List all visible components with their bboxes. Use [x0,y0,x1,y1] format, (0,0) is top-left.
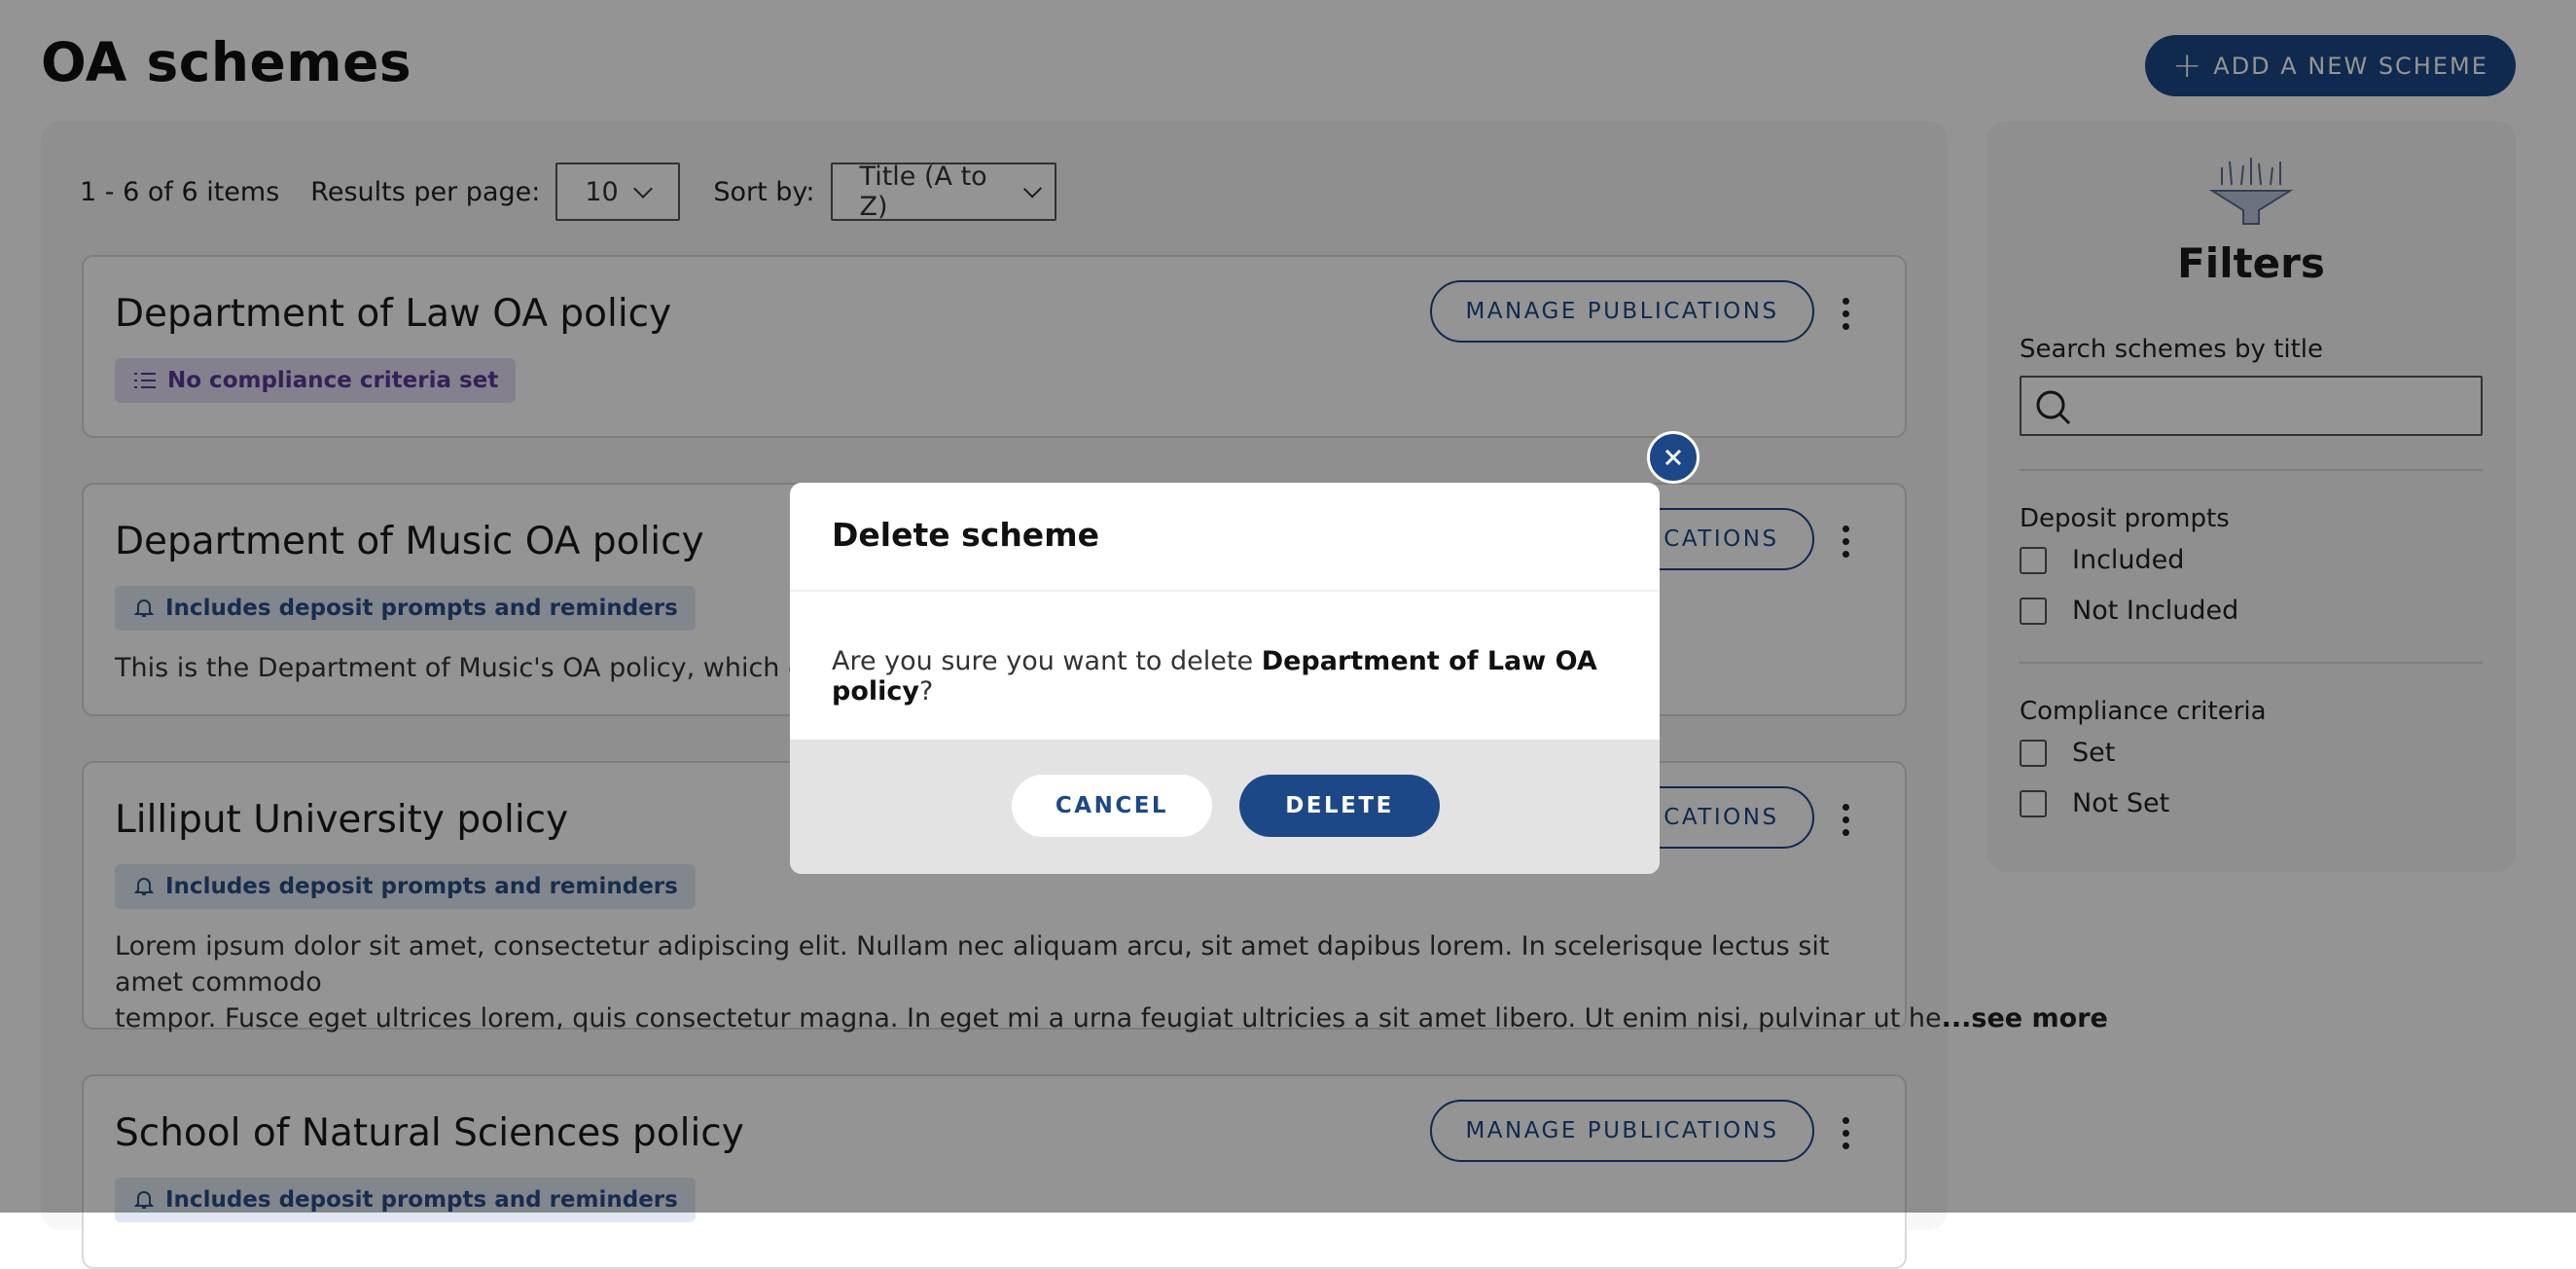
cancel-button[interactable]: CANCEL [1012,775,1212,837]
dialog-title: Delete scheme [832,516,1099,554]
delete-button[interactable]: DELETE [1239,775,1440,837]
close-icon [1664,449,1682,466]
close-dialog-button[interactable] [1647,431,1699,484]
dialog-message: Are you sure you want to delete Departme… [832,646,1660,707]
dialog-footer: CANCEL DELETE [790,740,1660,874]
delete-scheme-dialog: Delete scheme Are you sure you want to d… [790,483,1660,874]
dialog-message-prefix: Are you sure you want to delete [832,646,1262,676]
dialog-message-suffix: ? [919,676,934,707]
dialog-header: Delete scheme [790,483,1660,592]
